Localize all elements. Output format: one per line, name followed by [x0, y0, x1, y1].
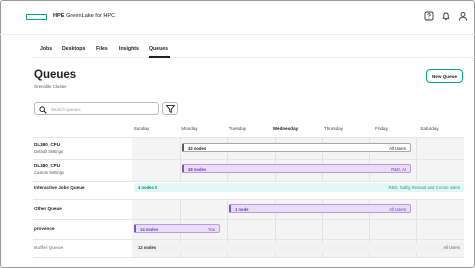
queue-name[interactable]: Other Queue [34, 206, 62, 211]
queue-bar[interactable]: 1 node All Users [229, 204, 411, 213]
row-divider [33, 159, 464, 160]
filter-button[interactable] [162, 102, 178, 115]
queue-bar[interactable]: 48 nodes R&D, AI [182, 164, 411, 173]
queue-name[interactable]: Interactive Jobs Queue [34, 185, 85, 190]
app-header: HPE GreenLake for HPC [0, 0, 475, 34]
queue-settings: Default Settings [34, 149, 63, 154]
row-divider [33, 257, 464, 258]
day-saturday: Saturday [420, 126, 439, 131]
app-name: HPE GreenLake for HPC [53, 13, 115, 19]
row-divider [33, 219, 464, 220]
day-sunday: Sunday [133, 126, 150, 131]
search-icon [39, 105, 47, 114]
bar-users: All Users [389, 146, 406, 152]
row-divider [33, 137, 464, 138]
bar-users: All Users [443, 245, 460, 251]
help-icon[interactable] [424, 11, 434, 21]
queue-bar[interactable]: 4 nodes € R&D, Gallig Renaud and 3 more … [134, 183, 464, 192]
queue-name[interactable]: provence [34, 226, 54, 231]
active-tab-indicator [149, 56, 170, 58]
day-tuesday: Tuesday [228, 126, 247, 131]
day-wednesday: Wednesday [272, 126, 299, 131]
bar-node-count: 1 node [235, 207, 249, 213]
day-thursday: Thursday [323, 126, 344, 131]
bell-icon[interactable] [441, 11, 451, 21]
queue-name[interactable]: Buffer Queue [34, 245, 63, 250]
product-name: GreenLake for HPC [66, 13, 116, 19]
tab-insights[interactable]: Insights [119, 46, 139, 52]
bar-users: R&D, AI [391, 167, 406, 173]
bar-node-count: 12 nodes [138, 245, 157, 251]
queue-bar[interactable]: 14 nodes You [134, 224, 220, 233]
user-icon[interactable] [458, 11, 468, 21]
bar-node-count: 48 nodes [188, 167, 207, 173]
queue-bar[interactable]: 32 nodes All Users [182, 143, 411, 152]
brand-name: HPE [53, 13, 65, 19]
bar-users: All Users [389, 207, 406, 213]
search-input[interactable]: Search queues [34, 102, 159, 115]
queue-bar[interactable]: 12 nodes All Users [134, 243, 464, 252]
tab-desktops[interactable]: Desktops [62, 46, 85, 52]
bar-users: You [207, 227, 215, 233]
row-divider [33, 199, 464, 200]
page-subtitle: Grenoble Cluster [34, 84, 67, 89]
header-divider [0, 34, 475, 35]
search-placeholder: Search queues [51, 106, 81, 112]
tabs-divider [33, 57, 475, 58]
day-friday: Friday [375, 126, 388, 131]
bar-node-count: 32 nodes [188, 146, 207, 152]
bar-users: R&D, Gallig Renaud and 3 more users [388, 185, 460, 191]
tab-files[interactable]: Files [96, 46, 108, 52]
queue-settings: Custom Settings [34, 170, 65, 175]
tab-queues[interactable]: Queues [149, 46, 168, 52]
new-queue-button[interactable]: New Queue [426, 69, 463, 83]
tab-jobs[interactable]: Jobs [40, 46, 52, 52]
hpe-logo-icon[interactable] [26, 14, 47, 20]
day-monday: Monday [181, 126, 198, 131]
row-divider [33, 239, 464, 240]
page-title: Queues [34, 69, 77, 81]
bar-node-count: 14 nodes [140, 227, 159, 233]
queue-name[interactable]: DL380_CPU [34, 163, 60, 168]
row-divider [33, 181, 464, 182]
queue-name[interactable]: DL380_CPU [34, 142, 60, 147]
bar-node-count: 4 nodes € [138, 185, 158, 191]
filter-icon [166, 105, 175, 113]
